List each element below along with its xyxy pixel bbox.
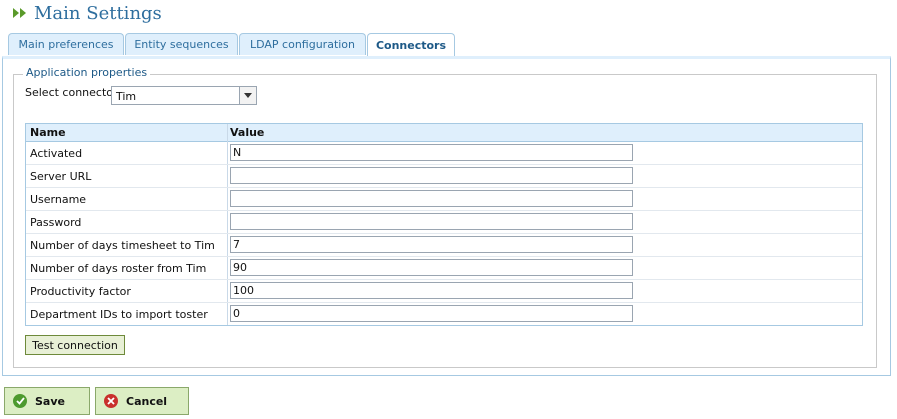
row-label: Server URL bbox=[30, 170, 92, 183]
productivity-factor-field[interactable] bbox=[230, 282, 633, 299]
table-row: Productivity factor bbox=[26, 280, 862, 303]
select-connector-label: Select connector bbox=[25, 86, 118, 99]
tab-main-preferences[interactable]: Main preferences bbox=[8, 33, 124, 55]
timesheet-days-field[interactable] bbox=[230, 236, 633, 253]
password-field[interactable] bbox=[230, 213, 633, 230]
username-field[interactable] bbox=[230, 190, 633, 207]
table-row: Number of days roster from Tim bbox=[26, 257, 862, 280]
row-label: Department IDs to import toster bbox=[30, 308, 208, 321]
properties-grid: Name Value Activated Server URL Username… bbox=[25, 123, 863, 326]
save-button[interactable]: Save bbox=[4, 387, 90, 415]
fieldset-legend: Application properties bbox=[23, 66, 151, 79]
table-row: Server URL bbox=[26, 165, 862, 188]
double-chevron-right-icon bbox=[13, 8, 26, 18]
connector-select[interactable]: Tim bbox=[111, 86, 257, 105]
page-title: Main Settings bbox=[34, 2, 162, 24]
row-label: Number of days timesheet to Tim bbox=[30, 239, 215, 252]
close-icon bbox=[104, 394, 118, 408]
check-icon bbox=[13, 394, 27, 408]
connector-select-value: Tim bbox=[116, 90, 137, 103]
cancel-label: Cancel bbox=[126, 394, 168, 408]
test-connection-button[interactable]: Test connection bbox=[25, 335, 125, 355]
row-label: Username bbox=[30, 193, 87, 206]
roster-days-field[interactable] bbox=[230, 259, 633, 276]
table-row: Department IDs to import toster bbox=[26, 303, 862, 326]
table-row: Activated bbox=[26, 142, 862, 165]
table-row: Password bbox=[26, 211, 862, 234]
row-label: Password bbox=[30, 216, 82, 229]
grid-header: Name Value bbox=[26, 124, 862, 142]
row-label: Productivity factor bbox=[30, 285, 131, 298]
activated-field[interactable] bbox=[230, 144, 633, 161]
department-ids-field[interactable] bbox=[230, 305, 633, 322]
save-label: Save bbox=[35, 394, 65, 408]
tab-connectors[interactable]: Connectors bbox=[367, 33, 455, 57]
page-header: Main Settings bbox=[12, 2, 162, 24]
server-url-field[interactable] bbox=[230, 167, 633, 184]
cancel-button[interactable]: Cancel bbox=[95, 387, 189, 415]
row-label: Number of days roster from Tim bbox=[30, 262, 207, 275]
tab-ldap-configuration[interactable]: LDAP configuration bbox=[239, 33, 366, 55]
tab-entity-sequences[interactable]: Entity sequences bbox=[125, 33, 238, 55]
column-header-name: Name bbox=[30, 126, 66, 139]
row-label: Activated bbox=[30, 147, 83, 160]
column-header-value: Value bbox=[230, 126, 265, 139]
table-row: Username bbox=[26, 188, 862, 211]
table-row: Number of days timesheet to Tim bbox=[26, 234, 862, 257]
chevron-down-icon[interactable] bbox=[239, 87, 256, 104]
